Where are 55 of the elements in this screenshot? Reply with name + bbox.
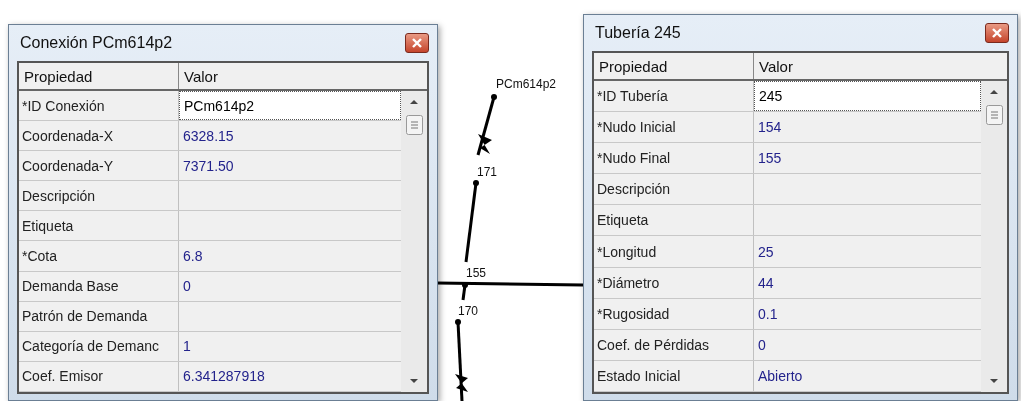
- property-value: 154: [757, 118, 783, 138]
- property-name: Patrón de Demanda: [19, 301, 179, 331]
- property-value: 6328.15: [182, 126, 235, 146]
- property-value: 155: [757, 149, 783, 169]
- scroll-down-icon: [409, 378, 419, 384]
- property-name: Coef. de Pérdidas: [594, 329, 754, 360]
- value-input-field[interactable]: PCm614p2: [179, 91, 401, 121]
- window-title: Conexión PCm614p2: [19, 34, 173, 52]
- property-value: 6.8: [182, 247, 204, 266]
- node-label: 170: [458, 304, 479, 318]
- property-name: *Longitud: [594, 236, 754, 267]
- property-value: 7371.50: [182, 156, 235, 176]
- scroll-thumb[interactable]: [985, 105, 1003, 125]
- column-header[interactable]: Propiedad: [594, 53, 754, 79]
- scroll-up-icon: [409, 99, 419, 105]
- property-name: Coordenada-Y: [19, 151, 179, 181]
- node-label: 155: [466, 266, 487, 280]
- scroll-up-icon: [989, 89, 999, 95]
- close-icon: [412, 38, 422, 48]
- property-name: *Rugosidad: [594, 298, 754, 329]
- node-label: PCm614p2: [496, 77, 557, 91]
- value-input-field[interactable]: 245: [754, 81, 981, 112]
- property-name: Demanda Base: [19, 271, 179, 301]
- property-name: *Nudo Inicial: [594, 112, 754, 143]
- window-title: Tubería 245: [594, 24, 681, 42]
- column-header[interactable]: Valor: [179, 63, 427, 89]
- property-value: 25: [757, 242, 775, 262]
- column-header[interactable]: Valor: [754, 53, 1007, 79]
- close-button[interactable]: [405, 33, 429, 53]
- property-name: Etiqueta: [594, 205, 754, 236]
- property-name: *Nudo Final: [594, 143, 754, 174]
- property-name: Coordenada-X: [19, 121, 179, 151]
- property-name: Etiqueta: [19, 211, 179, 241]
- property-value: 6.341287918: [182, 367, 266, 387]
- property-value: 0: [182, 277, 192, 297]
- property-name: *Diámetro: [594, 267, 754, 298]
- close-icon: [992, 28, 1002, 38]
- property-value: 0.1: [757, 304, 779, 324]
- property-name: Estado Inicial: [594, 360, 754, 391]
- property-value: Abierto: [757, 366, 804, 386]
- property-name: Categoría de Demanc: [19, 331, 179, 361]
- property-value: 44: [757, 273, 775, 293]
- property-name: Descripción: [19, 181, 179, 211]
- column-header[interactable]: Propiedad: [19, 63, 179, 89]
- property-value: 0: [757, 335, 767, 355]
- node-label: 171: [477, 165, 498, 179]
- property-name: Descripción: [594, 174, 754, 205]
- scroll-thumb[interactable]: [405, 115, 423, 135]
- property-name: *Cota: [19, 241, 179, 271]
- close-button[interactable]: [985, 23, 1009, 43]
- property-name: Coef. Emisor: [19, 361, 179, 391]
- scroll-down-icon: [989, 378, 999, 384]
- scrollbar[interactable]: [401, 91, 427, 392]
- property-value: 1: [182, 337, 192, 357]
- scrollbar[interactable]: [981, 81, 1007, 392]
